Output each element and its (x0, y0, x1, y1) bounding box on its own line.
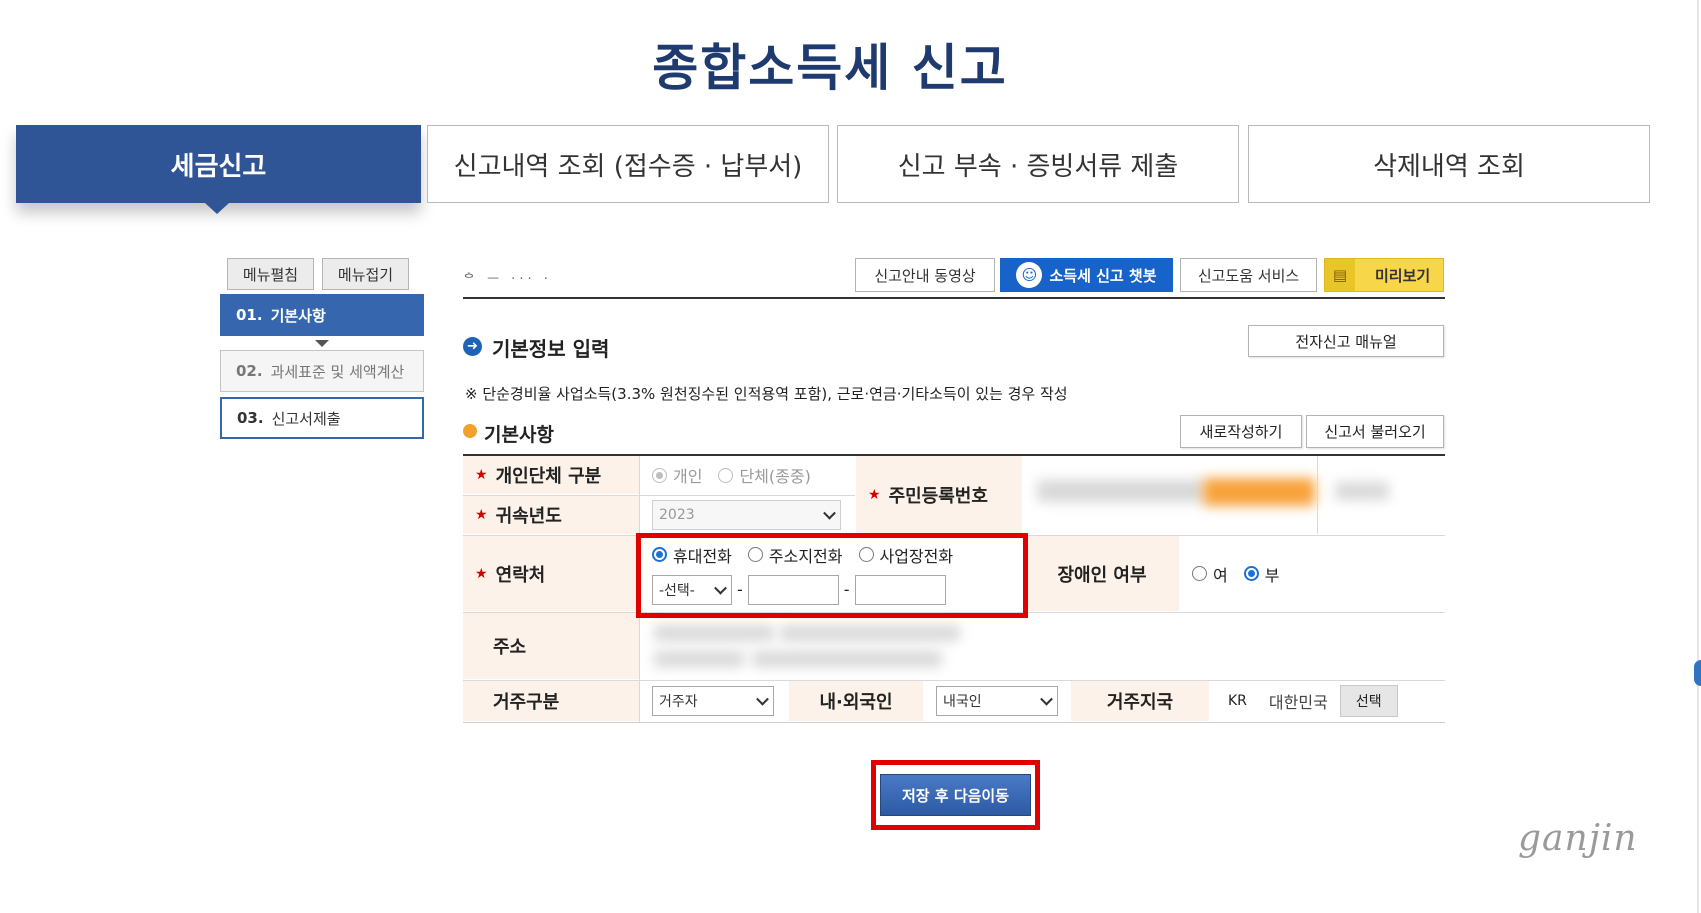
arrow-circle-icon: ➜ (463, 337, 482, 356)
disabled-option-yes[interactable]: 여 (1192, 562, 1228, 586)
step-number: 03. (237, 409, 264, 427)
save-next-button[interactable]: 저장 후 다음이동 (880, 774, 1031, 816)
tab-attachment-submit[interactable]: 신고 부속 · 증빙서류 제출 (837, 125, 1239, 203)
residence-select[interactable]: 거주자 (652, 686, 774, 716)
sidebar-step-basic-info[interactable]: 01. 기본사항 (220, 294, 424, 336)
residence-cell: 거주자 (640, 681, 788, 721)
toolbar-divider (463, 297, 1445, 299)
watermark-logo: ganjin (1518, 818, 1638, 859)
chevron-down-icon (756, 692, 769, 706)
disabled-options: 여 부 (1180, 536, 1445, 611)
required-star-icon: ★ (475, 507, 488, 523)
nationality-label: 내·외국인 (789, 681, 923, 721)
type-options: 개인 단체(종중) (640, 456, 854, 494)
blurred-address-4 (752, 651, 942, 667)
nationality-select[interactable]: 내국인 (936, 686, 1058, 716)
scrollbar-track[interactable] (1697, 0, 1699, 913)
sidebar-step-tax-calc[interactable]: 02. 과세표준 및 세액계산 (220, 350, 424, 392)
blurred-rrn-extra (1335, 482, 1389, 500)
step-number: 02. (236, 362, 263, 380)
type-label: ★ 개인단체 구분 (463, 456, 639, 494)
blurred-rrn-back (1203, 478, 1315, 506)
preview-label: 미리보기 (1375, 266, 1431, 285)
menu-expand-button[interactable]: 메뉴펼침 (227, 258, 314, 290)
page-title: 종합소득세 신고 (652, 39, 1008, 97)
rrn-label: ★ 주민등록번호 (856, 456, 1022, 534)
chevron-down-icon (823, 506, 836, 520)
guide-video-button[interactable]: 신고안내 동영상 (855, 258, 995, 292)
document-icon: ▤ (1325, 259, 1355, 291)
required-star-icon: ★ (868, 487, 881, 503)
load-form-button[interactable]: 신고서 불러오기 (1306, 415, 1444, 448)
radio-disabled-no[interactable] (1243, 566, 1259, 581)
address-label: 주소 (463, 613, 639, 679)
radio-individual[interactable] (652, 467, 667, 483)
contact-highlight-box (636, 533, 1028, 618)
country-name: 대한민국 (1268, 693, 1328, 712)
notice-text: ※ 단순경비율 사업소득(3.3% 원천징수된 인적용역 포함), 근로·연금·… (465, 385, 1068, 403)
tab-filing-history[interactable]: 신고내역 조회 (접수증 · 납부서) (427, 125, 829, 203)
new-form-button[interactable]: 새로작성하기 (1180, 415, 1302, 448)
help-service-button[interactable]: 신고도움 서비스 (1180, 258, 1317, 292)
step-number: 01. (236, 306, 263, 324)
nationality-cell: 내국인 (924, 681, 1070, 721)
sidebar-step-submit[interactable]: 03. 신고서제출 (220, 397, 424, 439)
active-tab-pointer (205, 203, 229, 214)
country-select-button[interactable]: 선택 (1339, 685, 1398, 717)
residence-label: 거주구분 (463, 681, 639, 721)
type-option-individual[interactable]: 개인 (652, 463, 702, 487)
type-option-group[interactable]: 단체(종중) (718, 463, 811, 487)
chatbot-label: 소득세 신고 챗봇 (1049, 266, 1157, 285)
disabled-option-no[interactable]: 부 (1243, 562, 1279, 586)
country-cell: KR 대한민국 선택 (1210, 681, 1445, 721)
chatbot-button[interactable]: ☺ 소득세 신고 챗봇 (1000, 258, 1173, 292)
step-label: 과세표준 및 세액계산 (270, 362, 405, 381)
table-bottom-border (463, 722, 1445, 723)
bullet-icon (463, 424, 477, 438)
step-down-arrow-icon (315, 340, 329, 347)
manual-button[interactable]: 전자신고 매뉴얼 (1248, 325, 1444, 357)
step-label: 신고서제출 (271, 409, 341, 428)
country-label: 거주지국 (1071, 681, 1209, 721)
section-title: 기본정보 입력 (492, 337, 610, 361)
blurred-address-1 (654, 625, 774, 641)
sub-section-title: 기본사항 (484, 424, 554, 446)
radio-disabled-yes[interactable] (1192, 566, 1207, 581)
chevron-down-icon (1040, 692, 1053, 706)
faint-breadcrumb-text: ᅌ ᅳ ··· · (463, 272, 552, 287)
required-star-icon: ★ (475, 565, 488, 582)
rrn-value (1023, 456, 1445, 534)
address-value (640, 613, 1445, 679)
country-code: KR (1228, 693, 1247, 709)
cell-divider (1317, 456, 1318, 534)
contact-label: ★ 연락처 (463, 536, 639, 611)
disabled-label: 장애인 여부 (1025, 536, 1179, 611)
step-label: 기본사항 (270, 306, 326, 325)
radio-group[interactable] (718, 467, 734, 483)
required-star-icon: ★ (475, 467, 488, 483)
preview-button[interactable]: ▤ 미리보기 (1324, 258, 1444, 292)
chatbot-icon: ☺ (1016, 262, 1043, 288)
blurred-address-3 (654, 651, 744, 667)
menu-collapse-button[interactable]: 메뉴접기 (322, 258, 409, 290)
scroll-indicator[interactable] (1694, 660, 1701, 686)
tab-tax-filing[interactable]: 세금신고 (16, 125, 421, 203)
blurred-address-2 (780, 625, 960, 641)
year-cell: 2023 (640, 496, 854, 534)
tab-deleted-history[interactable]: 삭제내역 조회 (1248, 125, 1650, 203)
blurred-rrn-front (1037, 480, 1205, 502)
year-label: ★ 귀속년도 (463, 496, 639, 534)
year-select[interactable]: 2023 (652, 500, 841, 530)
